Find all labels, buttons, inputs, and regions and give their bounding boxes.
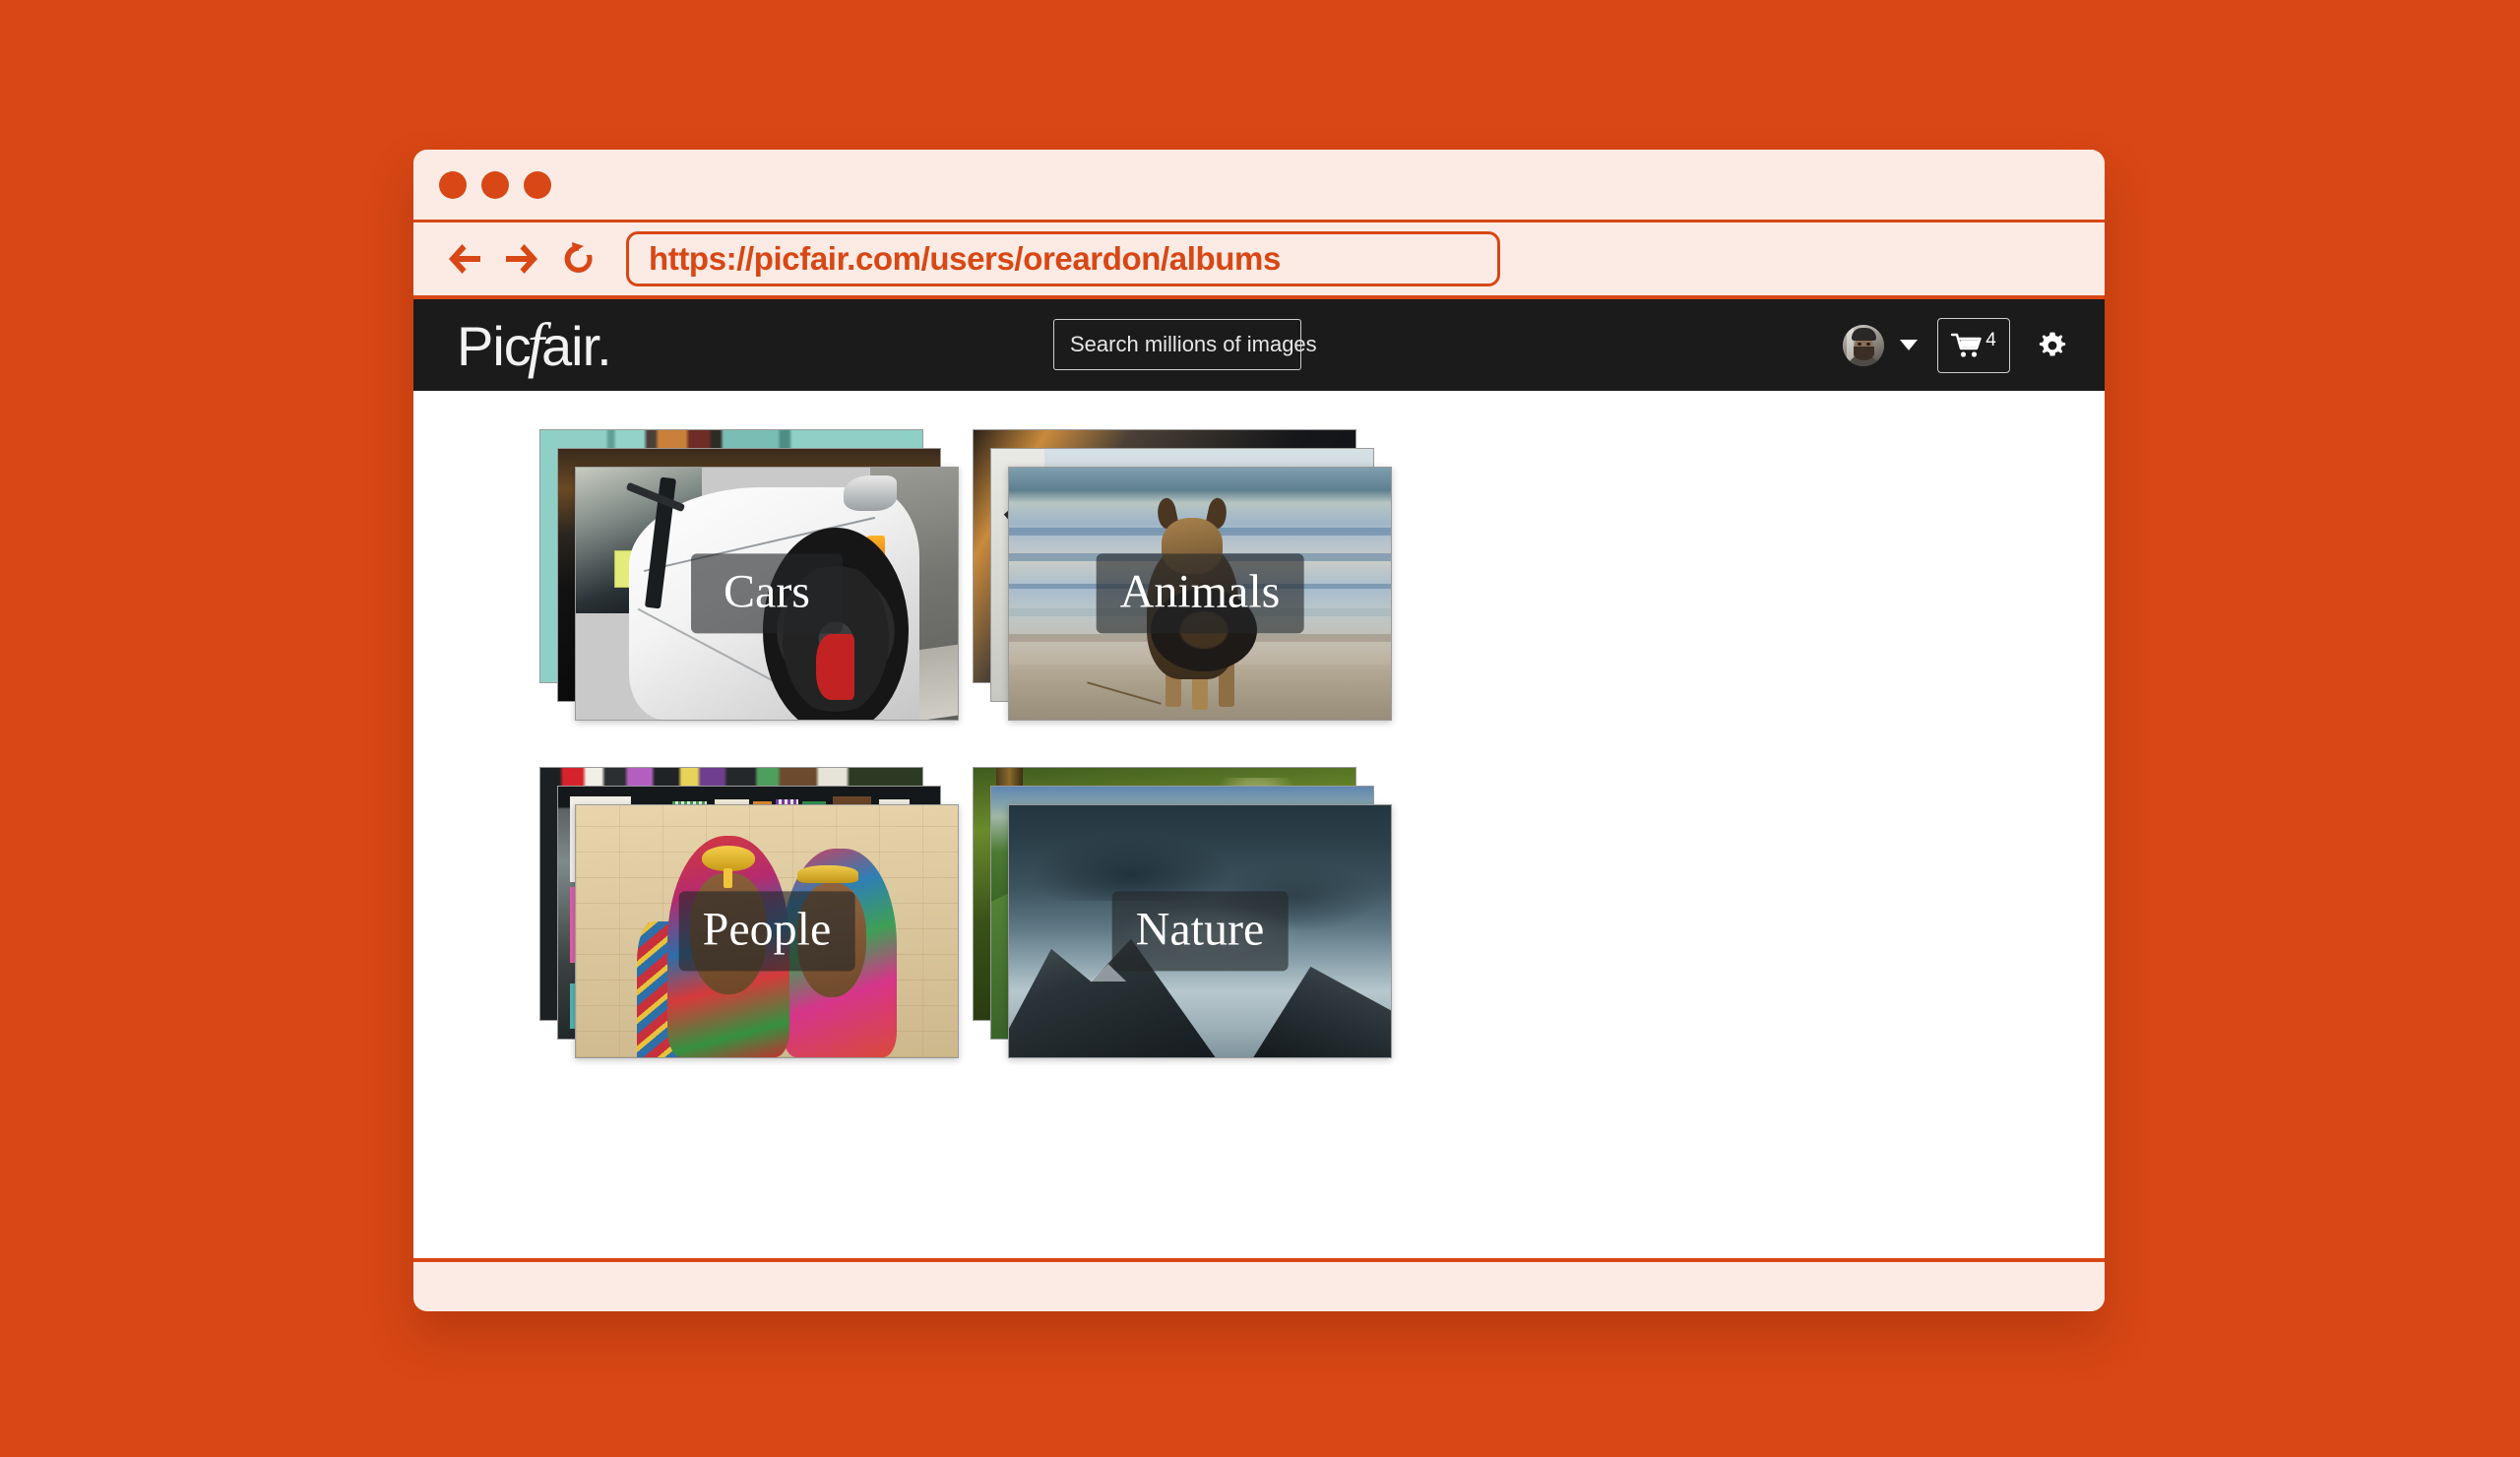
album-title: Cars xyxy=(724,565,810,618)
cart-button[interactable]: 4 xyxy=(1937,317,2010,373)
album-stack-layer-front: Nature xyxy=(1008,804,1392,1058)
album-card-people[interactable]: People xyxy=(539,767,959,1058)
browser-titlebar xyxy=(413,150,2105,222)
cart-count-badge: 4 xyxy=(1985,329,1996,350)
album-title-overlay: Animals xyxy=(1096,553,1304,634)
arrow-left-icon xyxy=(449,244,480,274)
search-box[interactable] xyxy=(1053,319,1355,370)
woman-1-headpiece xyxy=(702,845,756,871)
search-input[interactable] xyxy=(1068,331,1355,358)
window-maximize-button[interactable] xyxy=(524,170,551,199)
url-text: https://picfair.com/users/oreardon/album… xyxy=(649,240,1281,277)
header-right-controls: 4 xyxy=(1843,299,2069,391)
settings-button[interactable] xyxy=(2036,329,2069,362)
album-title: Animals xyxy=(1119,565,1281,618)
avatar-eye-right xyxy=(1866,342,1870,346)
car-brake-caliper xyxy=(816,633,855,700)
picfair-logo[interactable]: Pic f air. xyxy=(457,314,612,377)
album-stack-layer-front: Cars xyxy=(575,467,959,721)
avatar[interactable] xyxy=(1843,324,1884,366)
album-card-cars[interactable]: Cars xyxy=(539,429,959,721)
shopping-cart-icon xyxy=(1951,333,1982,357)
albums-grid: Cars Animals People Nature xyxy=(413,391,2105,1258)
woman-1-pendant xyxy=(723,868,733,889)
browser-toolbar: https://picfair.com/users/oreardon/album… xyxy=(413,222,2105,299)
site-header: Pic f air. Search millions of images 4 xyxy=(413,299,2105,391)
avatar-hat xyxy=(1852,327,1876,341)
back-button[interactable] xyxy=(437,231,492,286)
album-title-overlay: Cars xyxy=(691,553,843,634)
woman-2-jewellery xyxy=(797,865,859,884)
logo-part-1: Pic xyxy=(457,314,532,377)
album-title-overlay: People xyxy=(678,891,855,972)
album-title: Nature xyxy=(1135,903,1265,956)
forward-button[interactable] xyxy=(494,231,549,286)
album-card-animals[interactable]: Animals xyxy=(973,429,1392,721)
album-title-overlay: Nature xyxy=(1111,891,1289,972)
avatar-beard xyxy=(1854,346,1874,360)
avatar-eye-left xyxy=(1858,342,1861,346)
browser-footer xyxy=(413,1258,2105,1311)
album-stack-layer-front: People xyxy=(575,804,959,1058)
reload-button[interactable] xyxy=(551,231,606,286)
logo-part-3: air. xyxy=(541,314,612,377)
browser-window: https://picfair.com/users/oreardon/album… xyxy=(413,150,2105,1311)
address-bar[interactable]: https://picfair.com/users/oreardon/album… xyxy=(626,231,1500,286)
album-stack-layer-front: Animals xyxy=(1008,467,1392,721)
window-minimize-button[interactable] xyxy=(481,170,509,199)
window-close-button[interactable] xyxy=(439,170,467,199)
mountain-right xyxy=(1253,966,1391,1057)
gear-icon xyxy=(2039,332,2066,355)
chevron-down-icon[interactable] xyxy=(1900,340,1918,350)
arrow-right-icon xyxy=(506,244,537,274)
reload-icon xyxy=(564,242,593,273)
page-viewport: Pic f air. Search millions of images 4 C… xyxy=(413,299,2105,1258)
album-card-nature[interactable]: Nature xyxy=(973,767,1392,1058)
album-title: People xyxy=(702,903,832,956)
car-headlight xyxy=(843,475,897,511)
